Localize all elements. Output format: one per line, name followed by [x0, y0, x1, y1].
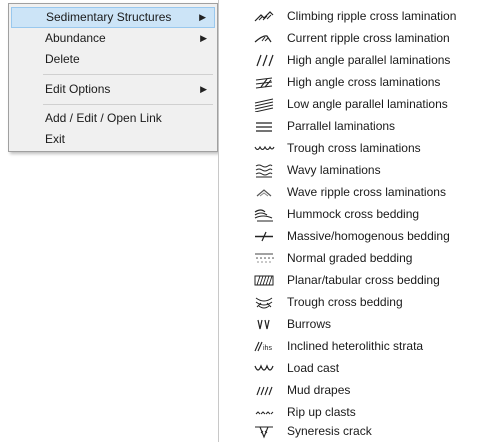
- menu-item-exit[interactable]: Exit: [11, 129, 215, 150]
- menu-item-label: Abundance: [45, 31, 106, 45]
- submenu-item-current-ripple[interactable]: Current ripple cross lamination: [219, 28, 494, 49]
- current-ripple-icon: [253, 31, 275, 46]
- submenu-item-trough-cross-bedding[interactable]: Trough cross bedding: [219, 292, 494, 313]
- submenu-item-parallel-laminations[interactable]: Parrallel laminations: [219, 116, 494, 137]
- submenu-item-burrows[interactable]: Burrows: [219, 314, 494, 335]
- parallel-laminations-icon: [253, 119, 275, 134]
- submenu-item-label: Load cast: [287, 361, 340, 375]
- mud-drapes-icon: [253, 383, 275, 398]
- load-cast-icon: [253, 361, 275, 376]
- high-angle-parallel-icon: [253, 53, 275, 68]
- context-menu: Sedimentary Structures ▶ Abundance ▶ Del…: [8, 3, 218, 152]
- hummock-icon: [253, 207, 275, 222]
- submenu-item-syneresis-crack[interactable]: Syneresis crack: [219, 421, 494, 442]
- submenu-item-mud-drapes[interactable]: Mud drapes: [219, 380, 494, 401]
- trough-cross-bedding-icon: [253, 295, 275, 310]
- menu-item-add-edit-open-link[interactable]: Add / Edit / Open Link: [11, 108, 215, 129]
- submenu-item-label: Trough cross bedding: [287, 295, 403, 309]
- submenu-item-label: Parrallel laminations: [287, 119, 396, 133]
- menu-item-sedimentary-structures[interactable]: Sedimentary Structures ▶: [11, 7, 215, 28]
- submenu-item-label: Planar/tabular cross bedding: [287, 273, 440, 287]
- submenu-item-label: Rip up clasts: [287, 405, 356, 419]
- submenu-item-planar-tabular[interactable]: Planar/tabular cross bedding: [219, 270, 494, 291]
- submenu-item-label: Climbing ripple cross lamination: [287, 9, 457, 23]
- submenu-item-label: Syneresis crack: [287, 424, 372, 438]
- submenu-item-label: Current ripple cross lamination: [287, 31, 450, 45]
- submenu-item-label: Wavy laminations: [287, 163, 381, 177]
- trough-cross-lamination-icon: [253, 141, 275, 156]
- submenu-item-label: Low angle parallel laminations: [287, 97, 448, 111]
- planar-tabular-icon: [253, 273, 275, 288]
- ihs-icon-text: ihs: [263, 345, 272, 352]
- submenu-item-label: Burrows: [287, 317, 332, 331]
- menu-item-delete[interactable]: Delete: [11, 49, 215, 70]
- ihs-icon: ihs: [253, 339, 275, 354]
- submenu-item-label: Massive/homogenous bedding: [287, 229, 450, 243]
- rip-up-clasts-icon: [253, 405, 275, 420]
- submenu-item-low-angle-parallel[interactable]: Low angle parallel laminations: [219, 94, 494, 115]
- submenu-item-wave-ripple[interactable]: Wave ripple cross laminations: [219, 182, 494, 203]
- menu-item-label: Sedimentary Structures: [46, 10, 172, 24]
- graded-bedding-icon: [253, 251, 275, 266]
- climbing-ripple-icon: [253, 9, 275, 24]
- menu-item-abundance[interactable]: Abundance ▶: [11, 28, 215, 49]
- submenu-item-rip-up-clasts[interactable]: Rip up clasts: [219, 402, 494, 423]
- submenu-item-label: High angle cross laminations: [287, 75, 441, 89]
- syneresis-crack-icon: [253, 424, 275, 439]
- burrows-icon: [253, 317, 275, 332]
- massive-bedding-icon: [253, 229, 275, 244]
- submenu-item-label: Mud drapes: [287, 383, 351, 397]
- high-angle-cross-icon: [253, 75, 275, 90]
- wave-ripple-icon: [253, 185, 275, 200]
- menu-separator: [43, 74, 213, 75]
- sedimentary-structures-submenu: Climbing ripple cross lamination Current…: [218, 0, 494, 442]
- submenu-item-label: Inclined heterolithic strata: [287, 339, 424, 353]
- submenu-item-hummock[interactable]: Hummock cross bedding: [219, 204, 494, 225]
- submenu-item-load-cast[interactable]: Load cast: [219, 358, 494, 379]
- submenu-item-massive-bedding[interactable]: Massive/homogenous bedding: [219, 226, 494, 247]
- submenu-item-label: Hummock cross bedding: [287, 207, 420, 221]
- submenu-item-climbing-ripple[interactable]: Climbing ripple cross lamination: [219, 6, 494, 27]
- submenu-item-high-angle-parallel[interactable]: High angle parallel laminations: [219, 50, 494, 71]
- submenu-item-graded-bedding[interactable]: Normal graded bedding: [219, 248, 494, 269]
- wavy-laminations-icon: [253, 163, 275, 178]
- menu-separator: [43, 104, 213, 105]
- submenu-item-label: Normal graded bedding: [287, 251, 413, 265]
- submenu-item-wavy-laminations[interactable]: Wavy laminations: [219, 160, 494, 181]
- submenu-arrow-icon: ▶: [199, 12, 206, 22]
- menu-item-label: Edit Options: [45, 82, 111, 96]
- submenu-item-label: High angle parallel laminations: [287, 53, 451, 67]
- submenu-arrow-icon: ▶: [200, 33, 207, 43]
- menu-item-label: Delete: [45, 52, 80, 66]
- submenu-arrow-icon: ▶: [200, 84, 207, 94]
- submenu-item-high-angle-cross[interactable]: High angle cross laminations: [219, 72, 494, 93]
- menu-item-label: Add / Edit / Open Link: [45, 111, 162, 125]
- submenu-item-label: Trough cross laminations: [287, 141, 421, 155]
- menu-item-edit-options[interactable]: Edit Options ▶: [11, 79, 215, 100]
- submenu-item-trough-cross-laminations[interactable]: Trough cross laminations: [219, 138, 494, 159]
- low-angle-parallel-icon: [253, 97, 275, 112]
- submenu-item-label: Wave ripple cross laminations: [287, 185, 446, 199]
- submenu-item-ihs[interactable]: ihs Inclined heterolithic strata: [219, 336, 494, 357]
- menu-item-label: Exit: [45, 132, 66, 146]
